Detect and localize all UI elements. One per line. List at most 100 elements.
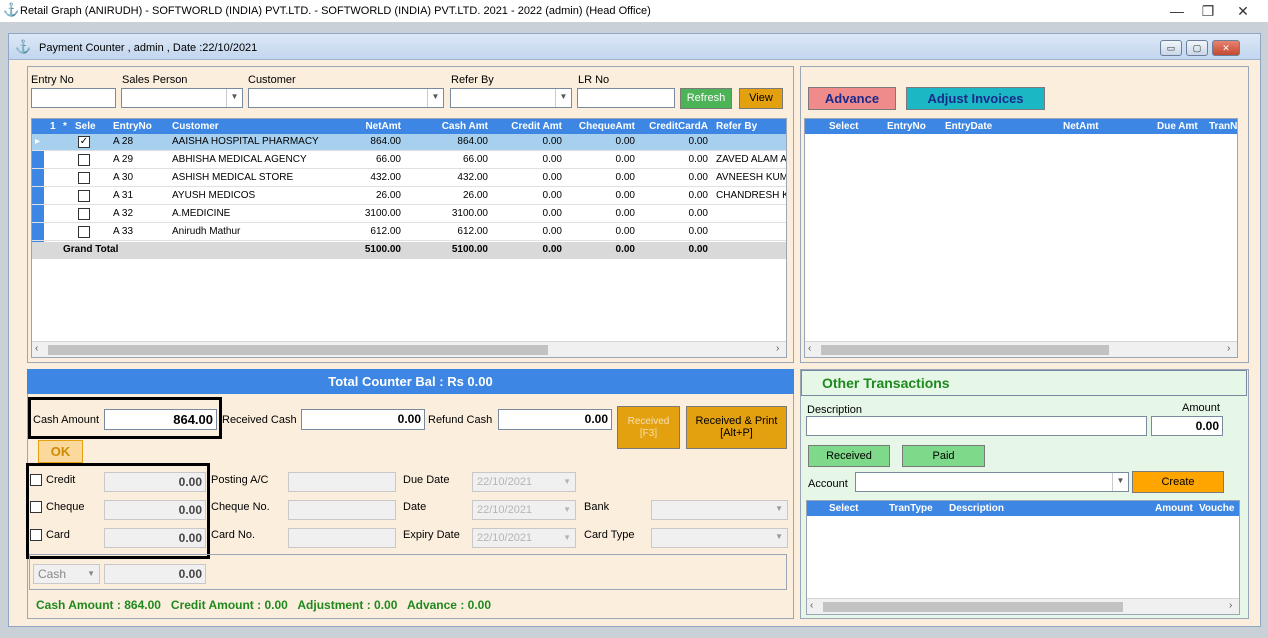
form-maximize-button[interactable]: ▢: [1186, 40, 1208, 56]
bank-label: Bank: [584, 501, 610, 513]
cheque-checkbox[interactable]: [30, 501, 42, 513]
paid-button[interactable]: Paid: [902, 445, 985, 467]
amount-input[interactable]: 0.00: [1151, 416, 1223, 436]
col-netamt[interactable]: NetAmt: [350, 121, 401, 132]
date-picker[interactable]: 22/10/2021 ▼: [472, 500, 576, 520]
col-chequeamt[interactable]: ChequeAmt: [569, 121, 635, 132]
table-row[interactable]: A 32 A.MEDICINE 3100.00 3100.00 0.00 0.00 0.00: [32, 206, 786, 223]
row-select-checkbox[interactable]: ✓: [78, 136, 90, 148]
col-select[interactable]: Sele: [75, 121, 96, 132]
table-row[interactable]: A 33 Anirudh Mathur 612.00 612.00 0.00 0.00 0.…: [32, 224, 786, 241]
refund-cash-input[interactable]: 0.00: [498, 409, 612, 430]
col-creditamt[interactable]: Credit Amt: [492, 121, 562, 132]
col-tranname[interactable]: TranNa: [1209, 121, 1237, 132]
entry-no-label: Entry No: [31, 74, 74, 86]
other-horizontal-scrollbar[interactable]: ‹ ›: [807, 598, 1239, 614]
chevron-down-icon: ▼: [226, 89, 242, 107]
row-select-checkbox[interactable]: [78, 172, 90, 184]
create-button[interactable]: Create: [1132, 471, 1224, 493]
received-button[interactable]: Received: [808, 445, 890, 467]
col-creditcard[interactable]: CreditCardA: [640, 121, 708, 132]
table-row[interactable]: A 30 ASHISH MEDICAL STORE 432.00 432.00 0.00…: [32, 170, 786, 187]
table-row[interactable]: A 29 ABHISHA MEDICAL AGENCY 66.00 66.00 0.00…: [32, 152, 786, 169]
form-close-button[interactable]: ✕: [1212, 40, 1240, 56]
col-cashamt[interactable]: Cash Amt: [408, 121, 488, 132]
table-row[interactable]: A 31 AYUSH MEDICOS 26.00 26.00 0.00 0.00 0.00 C…: [32, 188, 786, 205]
received-print-button[interactable]: Received & Print [Alt+P]: [686, 406, 787, 449]
col-trantype[interactable]: TranType: [889, 503, 933, 514]
col-description[interactable]: Description: [949, 503, 1004, 514]
row-select-checkbox[interactable]: [78, 208, 90, 220]
advance-button[interactable]: Advance: [808, 87, 896, 110]
scroll-thumb[interactable]: [821, 345, 1109, 355]
credit-checkbox[interactable]: [30, 474, 42, 486]
col-entryno[interactable]: EntryNo: [113, 121, 152, 132]
scroll-left-icon[interactable]: ‹: [810, 600, 813, 611]
col-amount[interactable]: Amount: [1155, 503, 1193, 514]
expiry-date-picker[interactable]: 22/10/2021 ▼: [472, 528, 576, 548]
description-input[interactable]: [806, 416, 1147, 436]
card-no-input[interactable]: [288, 528, 396, 548]
scroll-thumb[interactable]: [48, 345, 548, 355]
card-no-label: Card No.: [211, 529, 256, 541]
col-entrydate[interactable]: EntryDate: [945, 121, 992, 132]
due-date-picker[interactable]: 22/10/2021 ▼: [472, 472, 576, 492]
scroll-right-icon[interactable]: ›: [776, 343, 779, 354]
grid-horizontal-scrollbar[interactable]: ‹ ›: [32, 341, 786, 357]
cell-creditcard: 0.00: [688, 190, 708, 201]
mode-amount-input[interactable]: 0.00: [104, 564, 206, 584]
card-type-select[interactable]: ▼: [651, 528, 788, 548]
col-entryno[interactable]: EntryNo: [887, 121, 926, 132]
other-transactions-grid: Select TranType Description Amount Vouch…: [806, 500, 1240, 615]
col-referby[interactable]: Refer By: [716, 121, 757, 132]
chevron-down-icon: ▼: [563, 533, 571, 542]
close-button[interactable]: ✕: [1220, 0, 1266, 22]
row-select-checkbox[interactable]: [78, 226, 90, 238]
cheque-no-input[interactable]: [288, 500, 396, 520]
scroll-thumb[interactable]: [823, 602, 1123, 612]
sales-person-select[interactable]: ▼: [121, 88, 243, 108]
col-select[interactable]: Select: [829, 503, 858, 514]
row-select-checkbox[interactable]: [78, 190, 90, 202]
refresh-button[interactable]: Refresh: [680, 88, 732, 109]
credit-amount-input[interactable]: 0.00: [104, 472, 206, 492]
cheque-amount-input[interactable]: 0.00: [104, 500, 206, 520]
cell-chequeamt: 0.00: [615, 172, 635, 183]
adjust-horizontal-scrollbar[interactable]: ‹ ›: [805, 341, 1237, 357]
adjust-invoices-button[interactable]: Adjust Invoices: [906, 87, 1045, 110]
lr-no-input[interactable]: [577, 88, 675, 108]
entry-no-input[interactable]: [31, 88, 116, 108]
received-cash-input[interactable]: 0.00: [301, 409, 425, 430]
col-customer[interactable]: Customer: [172, 121, 219, 132]
row-select-checkbox[interactable]: [78, 154, 90, 166]
col-netamt[interactable]: NetAmt: [1063, 121, 1099, 132]
card-checkbox[interactable]: [30, 529, 42, 541]
form-minimize-button[interactable]: ▭: [1160, 40, 1182, 56]
bank-select[interactable]: ▼: [651, 500, 788, 520]
scroll-right-icon[interactable]: ›: [1227, 343, 1230, 354]
cell-customer: ASHISH MEDICAL STORE: [172, 172, 294, 183]
posting-ac-input[interactable]: [288, 472, 396, 492]
chevron-down-icon: ▼: [555, 89, 571, 107]
cell-customer: AAISHA HOSPITAL PHARMACY: [172, 136, 319, 147]
card-amount-input[interactable]: 0.00: [104, 528, 206, 548]
credit-label: Credit: [46, 474, 76, 486]
col-dueamt[interactable]: Due Amt: [1157, 121, 1198, 132]
account-select[interactable]: ▼: [855, 472, 1129, 492]
table-row[interactable]: ▸ ✓ A 28 AAISHA HOSPITAL PHARMACY 864.00 864.…: [32, 134, 786, 151]
view-button[interactable]: View: [739, 88, 783, 109]
col-voucher[interactable]: Vouche: [1199, 503, 1234, 514]
ok-button[interactable]: OK: [38, 440, 83, 463]
lr-no-label: LR No: [578, 74, 610, 86]
cheque-label: Cheque: [46, 501, 85, 513]
customer-select[interactable]: ▼: [248, 88, 444, 108]
refer-by-select[interactable]: ▼: [450, 88, 572, 108]
payment-mode-select[interactable]: Cash ▼: [33, 564, 100, 584]
scroll-right-icon[interactable]: ›: [1229, 600, 1232, 611]
scroll-left-icon[interactable]: ‹: [808, 343, 811, 354]
scroll-left-icon[interactable]: ‹: [35, 343, 38, 354]
cell-entryno: A 28: [113, 136, 134, 147]
received-f3-button[interactable]: Received [F3]: [617, 406, 680, 449]
cash-amount-input[interactable]: 864.00: [104, 409, 217, 430]
col-select[interactable]: Select: [829, 121, 858, 132]
